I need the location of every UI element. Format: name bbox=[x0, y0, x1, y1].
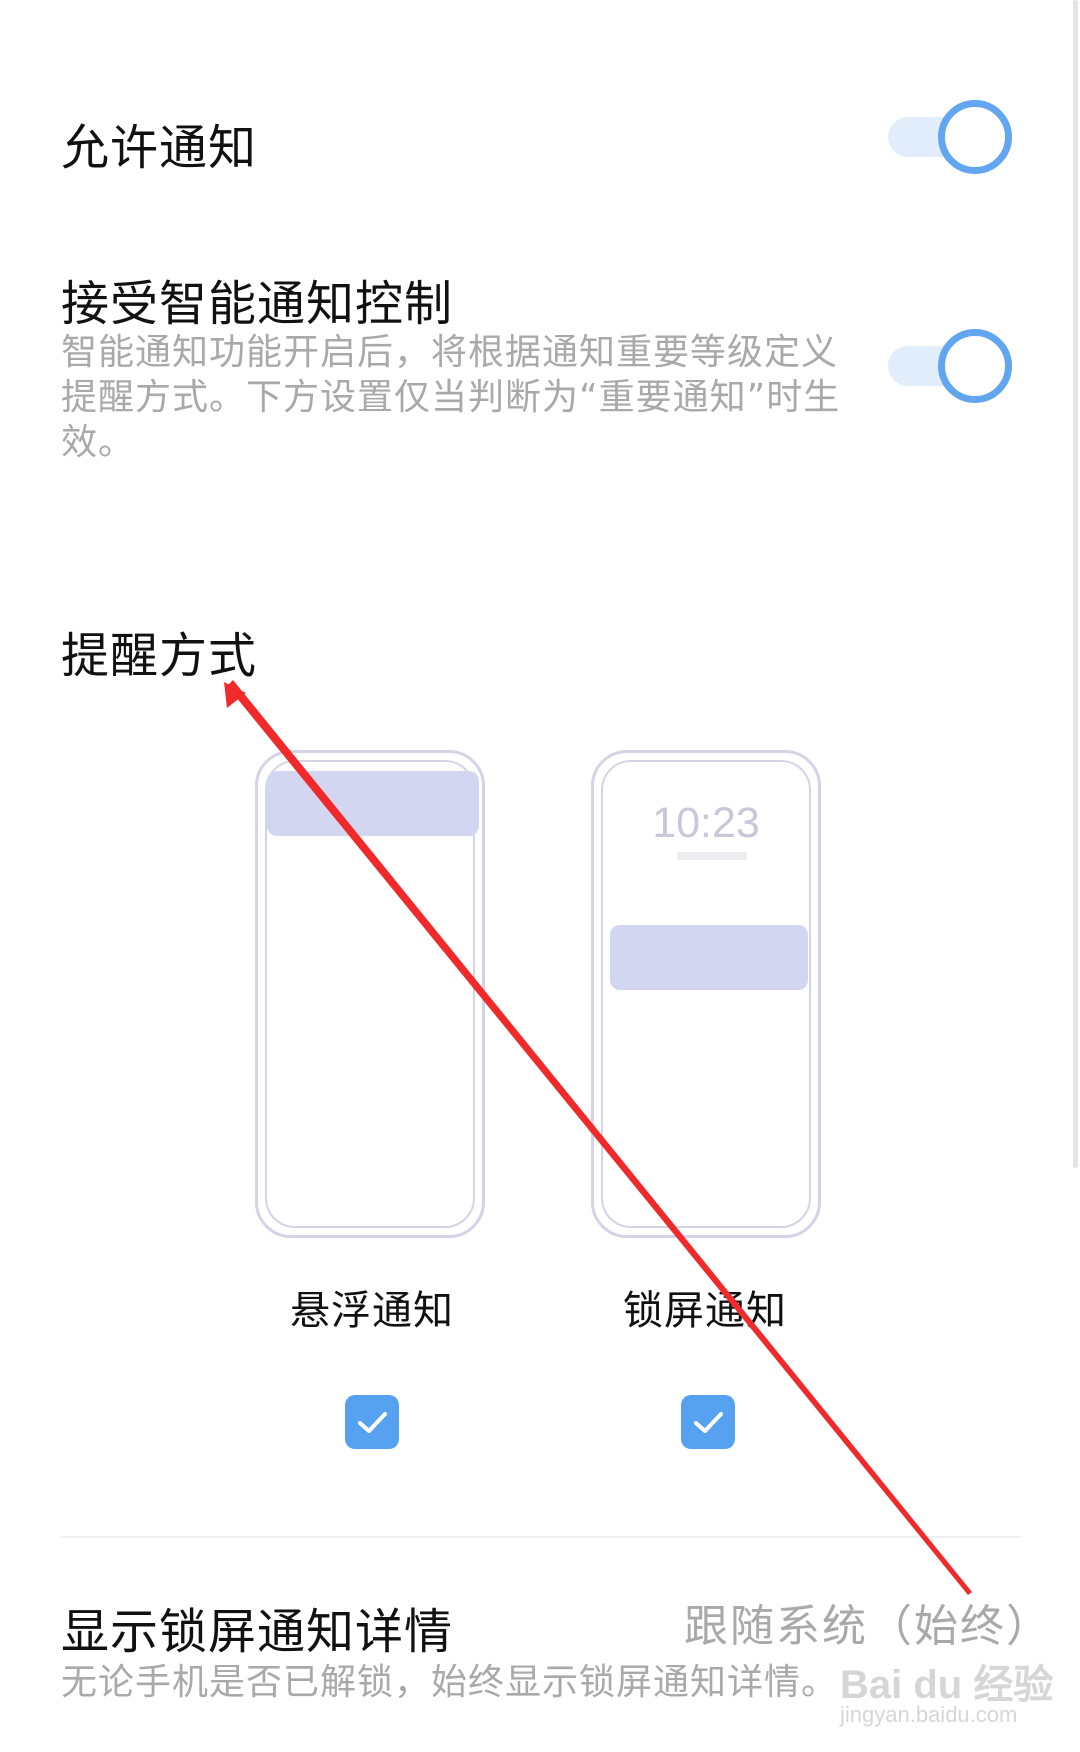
annotation-arrow bbox=[224, 680, 972, 1595]
